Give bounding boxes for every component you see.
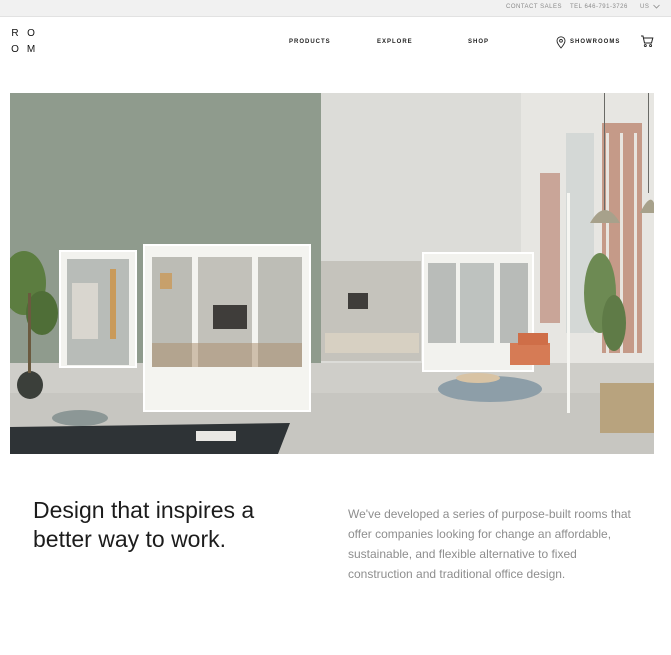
locale-selector[interactable]: US: [640, 4, 660, 10]
nav-explore[interactable]: EXPLORE: [377, 39, 413, 45]
map-pin-icon: [556, 35, 566, 49]
logo-letter: M: [26, 44, 36, 55]
utility-bar: CONTACT SALES TEL 646-791-3726 US: [0, 0, 671, 17]
hero-headline: Design that inspires a better way to wor…: [33, 497, 255, 552]
room-logo[interactable]: R O O M: [10, 28, 40, 58]
locale-label: US: [640, 4, 650, 11]
nav-showrooms[interactable]: SHOWROOMS: [556, 35, 620, 49]
nav-shop[interactable]: SHOP: [468, 39, 489, 45]
shopping-cart-icon: [641, 35, 654, 48]
showrooms-label: SHOWROOMS: [570, 39, 621, 45]
cart-button[interactable]: [640, 34, 654, 53]
hero-image: [10, 93, 654, 454]
logo-letter: R: [11, 28, 19, 39]
phone-number[interactable]: TEL 646-791-3726: [570, 4, 628, 10]
hero-body-copy: We've developed a series of purpose-buil…: [348, 507, 631, 581]
logo-letter: O: [27, 28, 35, 39]
office-scene-illustration: [10, 93, 654, 454]
contact-sales-link[interactable]: CONTACT SALES: [506, 4, 562, 10]
logo-letter: O: [11, 44, 19, 55]
chevron-down-icon: [652, 4, 660, 9]
nav-products[interactable]: PRODUCTS: [289, 39, 331, 45]
